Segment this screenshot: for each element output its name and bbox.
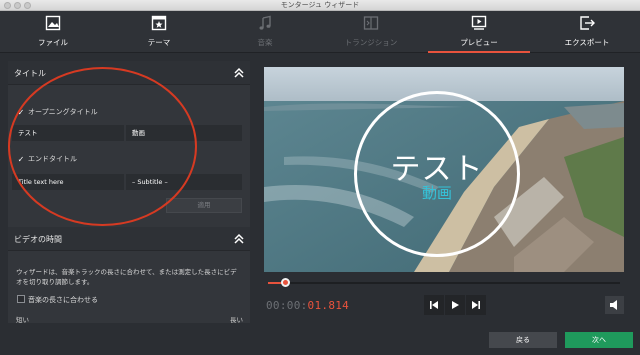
- duration-section-label: ビデオの時間: [14, 235, 62, 244]
- duration-description: ウィザードは、音楽トラックの長さに合わせて、または測定した長さにビデオを切り取り…: [16, 268, 237, 286]
- ending-subtitle-input[interactable]: – Subtitle –: [126, 174, 242, 190]
- tab-file[interactable]: ファイル: [0, 11, 106, 53]
- timeline-scrubber[interactable]: [280, 278, 290, 287]
- timecode-display: 00:00:01.814: [266, 299, 349, 312]
- chevron-up-icon[interactable]: [234, 233, 244, 245]
- ending-title-checkbox-row[interactable]: ✓ エンドタイトル: [17, 154, 77, 164]
- timecode-elapsed: 00:00:: [266, 299, 308, 312]
- tab-transition[interactable]: トランジション: [318, 11, 424, 53]
- opening-subtitle-input[interactable]: 動画: [126, 125, 242, 141]
- next-button[interactable]: 次へ: [565, 332, 633, 348]
- skip-forward-button[interactable]: [466, 295, 486, 315]
- match-music-checkbox[interactable]: [17, 295, 25, 303]
- play-icon: [452, 301, 459, 309]
- wizard-toolbar: ファイル テーマ 音楽 トランジション プレビュー エクスポート: [0, 11, 640, 53]
- timeline-track[interactable]: [268, 282, 620, 284]
- export-icon: [580, 16, 595, 30]
- skip-forward-icon: [472, 301, 480, 309]
- apply-button[interactable]: 適用: [166, 198, 242, 213]
- skip-back-icon: [430, 301, 438, 309]
- opening-title-checkbox-row[interactable]: ✓ オープニングタイトル: [17, 107, 98, 117]
- title-section-header[interactable]: タイトル: [8, 61, 250, 85]
- opening-title-checkbox[interactable]: ✓: [17, 109, 25, 117]
- play-button[interactable]: [445, 295, 465, 315]
- window-title: モンタージュ ウィザード: [280, 1, 360, 9]
- tab-export[interactable]: エクスポート: [534, 11, 640, 53]
- window-titlebar: モンタージュ ウィザード: [0, 0, 640, 11]
- chevron-up-icon[interactable]: [234, 67, 244, 79]
- tab-export-label: エクスポート: [564, 38, 610, 47]
- tab-theme[interactable]: テーマ: [106, 11, 212, 53]
- transition-icon: [363, 16, 379, 30]
- timecode-value: 01.814: [307, 299, 350, 312]
- duration-section-header[interactable]: ビデオの時間: [8, 227, 250, 251]
- tab-transition-label: トランジション: [344, 38, 398, 47]
- back-button[interactable]: 戻る: [489, 332, 557, 348]
- speaker-icon: [610, 300, 617, 310]
- settings-panel: タイトル ✓ オープニングタイトル テスト 動画 ✓ エンドタイトル Title t…: [8, 61, 250, 323]
- preview-play-icon: [471, 15, 487, 30]
- volume-button[interactable]: [605, 296, 624, 314]
- tab-theme-label: テーマ: [147, 38, 171, 47]
- opening-title-label: オープニングタイトル: [28, 108, 98, 116]
- tab-music-label: 音楽: [257, 38, 273, 47]
- tab-file-label: ファイル: [38, 38, 68, 47]
- skip-back-button[interactable]: [424, 295, 444, 315]
- tab-preview-label: プレビュー: [460, 38, 498, 47]
- theme-star-icon: [151, 15, 167, 31]
- overlay-subtitle-text: 動画: [421, 184, 452, 202]
- tab-preview[interactable]: プレビュー: [426, 11, 532, 53]
- image-icon: [45, 15, 61, 31]
- preview-player[interactable]: テスト 動画: [264, 67, 624, 272]
- slider-max-label: 長い: [230, 316, 243, 323]
- ending-title-checkbox[interactable]: ✓: [17, 156, 25, 164]
- ending-title-label: エンドタイトル: [28, 155, 77, 163]
- opening-title-input[interactable]: テスト: [12, 125, 124, 141]
- slider-min-label: 短い: [16, 316, 29, 323]
- tab-music[interactable]: 音楽: [212, 11, 318, 53]
- match-music-checkbox-row[interactable]: 音楽の長さに合わせる: [17, 295, 98, 305]
- title-overlay-ring: テスト 動画: [354, 91, 520, 257]
- match-music-label: 音楽の長さに合わせる: [28, 296, 98, 304]
- title-section-label: タイトル: [14, 69, 46, 78]
- music-note-icon: [259, 15, 271, 30]
- ending-title-input[interactable]: Title text here: [12, 174, 124, 190]
